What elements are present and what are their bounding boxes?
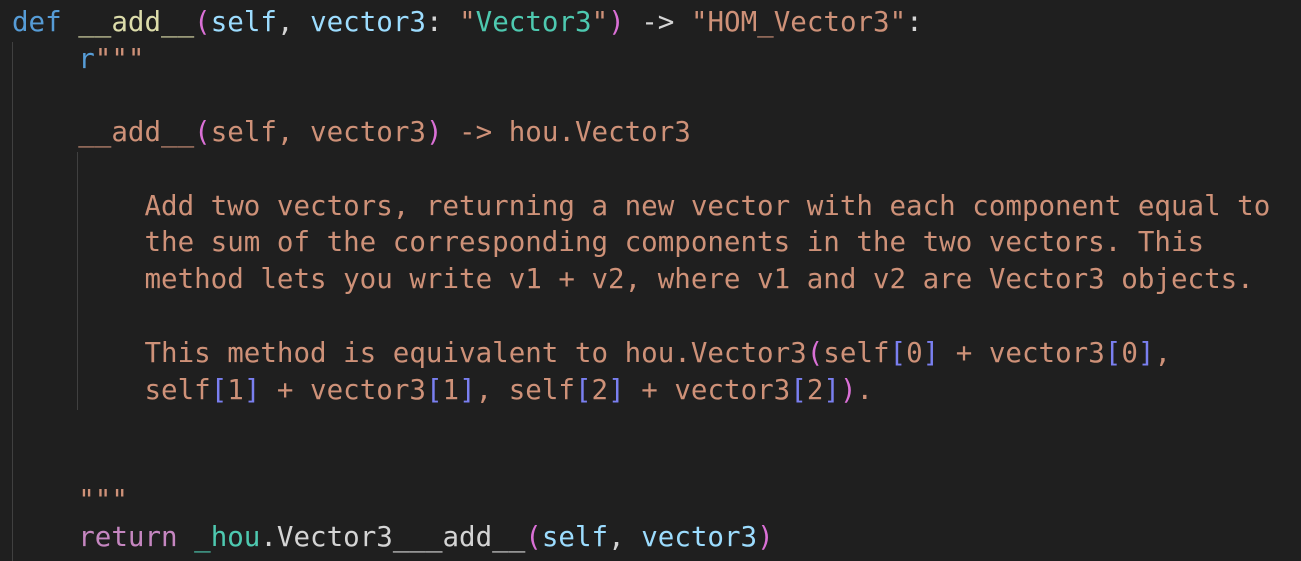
doc-text-5d: , bbox=[1154, 337, 1172, 369]
doc-text-5c: + vector3 bbox=[939, 337, 1105, 369]
triple-quote-close: """ bbox=[78, 484, 128, 516]
doc-text-2: the sum of the corresponding components … bbox=[144, 226, 1205, 258]
doc-paren-open: ( bbox=[806, 337, 824, 369]
param-vector3: vector3 bbox=[310, 6, 426, 38]
arg-self: self bbox=[541, 521, 609, 553]
code-line-docstring-close[interactable]: """ bbox=[12, 482, 128, 518]
doc-text-6d: + vector3 bbox=[624, 374, 791, 406]
open-paren: ( bbox=[194, 6, 211, 38]
doc-text-5a: This method is equivalent to hou.Vector3 bbox=[144, 337, 807, 369]
doc-num: 2 bbox=[806, 374, 824, 406]
doc-text-3: method lets you write v1 + v2, where v1 … bbox=[144, 263, 1254, 295]
doc-bracket: ] bbox=[1137, 337, 1155, 369]
doc-num: 1 bbox=[442, 374, 460, 406]
param-self: self bbox=[210, 6, 277, 38]
doc-bracket: [ bbox=[425, 374, 443, 406]
quote-open: " bbox=[459, 6, 476, 38]
doc-line-5[interactable]: This method is equivalent to hou.Vector3… bbox=[12, 335, 1171, 371]
code-line-docstring-open[interactable]: r""" bbox=[12, 41, 144, 77]
doc-bracket: [ bbox=[790, 374, 807, 406]
raw-prefix: r bbox=[78, 43, 95, 75]
doc-args: self, vector3 bbox=[210, 116, 426, 148]
call-open-paren: ( bbox=[525, 521, 542, 553]
doc-num: 0 bbox=[906, 337, 923, 369]
doc-bracket: ] bbox=[243, 374, 261, 406]
doc-line-1[interactable]: Add two vectors, returning a new vector … bbox=[12, 188, 1270, 224]
doc-paren-close: ) bbox=[839, 374, 857, 406]
arrow: -> bbox=[641, 6, 675, 38]
doc-bracket: ] bbox=[608, 374, 625, 406]
doc-num: 2 bbox=[591, 374, 609, 406]
function-name: __add__ bbox=[78, 6, 195, 38]
code-line-def[interactable]: def __add__(self, vector3: "Vector3") ->… bbox=[12, 4, 923, 40]
doc-text-5b: self bbox=[823, 337, 890, 369]
keyword-def: def bbox=[12, 6, 62, 38]
arg-comma: , bbox=[608, 521, 625, 553]
doc-line-6[interactable]: self[1] + vector3[1], self[2] + vector3[… bbox=[12, 372, 873, 408]
call-name: .Vector3___add__ bbox=[260, 521, 526, 553]
doc-bracket: ] bbox=[459, 374, 476, 406]
doc-close-paren: ) bbox=[425, 116, 443, 148]
colon: : bbox=[425, 6, 443, 38]
module-name: _hou bbox=[194, 521, 261, 553]
doc-text-6a: self bbox=[144, 374, 211, 406]
close-paren: ) bbox=[608, 6, 625, 38]
type-annotation: Vector3 bbox=[475, 6, 592, 38]
code-editor[interactable]: def __add__(self, vector3: "Vector3") ->… bbox=[0, 0, 1301, 561]
code-line-return[interactable]: return _hou.Vector3___add__(self, vector… bbox=[12, 519, 774, 555]
doc-line-2[interactable]: the sum of the corresponding components … bbox=[12, 224, 1204, 260]
doc-bracket: [ bbox=[889, 337, 907, 369]
doc-fn-name: __add__ bbox=[78, 116, 195, 148]
quote-close: " bbox=[591, 6, 609, 38]
doc-bracket: ] bbox=[823, 374, 840, 406]
doc-bracket: [ bbox=[574, 374, 592, 406]
code-line-signature[interactable]: __add__(self, vector3) -> hou.Vector3 bbox=[12, 114, 691, 150]
doc-line-3[interactable]: method lets you write v1 + v2, where v1 … bbox=[12, 261, 1254, 297]
doc-num: 1 bbox=[227, 374, 244, 406]
doc-text-6c: , self bbox=[475, 374, 575, 406]
doc-bracket: [ bbox=[210, 374, 228, 406]
return-annotation: "HOM_Vector3" bbox=[690, 6, 907, 38]
keyword-return: return bbox=[78, 521, 178, 553]
call-close-paren: ) bbox=[757, 521, 774, 553]
triple-quote-open: """ bbox=[94, 43, 145, 75]
arg-vector3: vector3 bbox=[641, 521, 758, 553]
doc-text-6b: + vector3 bbox=[260, 374, 426, 406]
end-colon: : bbox=[906, 6, 923, 38]
doc-open-paren: ( bbox=[194, 116, 211, 148]
doc-num: 0 bbox=[1121, 337, 1138, 369]
doc-bracket: [ bbox=[1104, 337, 1122, 369]
doc-return-type: -> hou.Vector3 bbox=[442, 116, 691, 148]
doc-text-1: Add two vectors, returning a new vector … bbox=[144, 190, 1271, 222]
doc-bracket: ] bbox=[922, 337, 940, 369]
comma: , bbox=[276, 6, 294, 38]
doc-text-6e: . bbox=[856, 374, 874, 406]
